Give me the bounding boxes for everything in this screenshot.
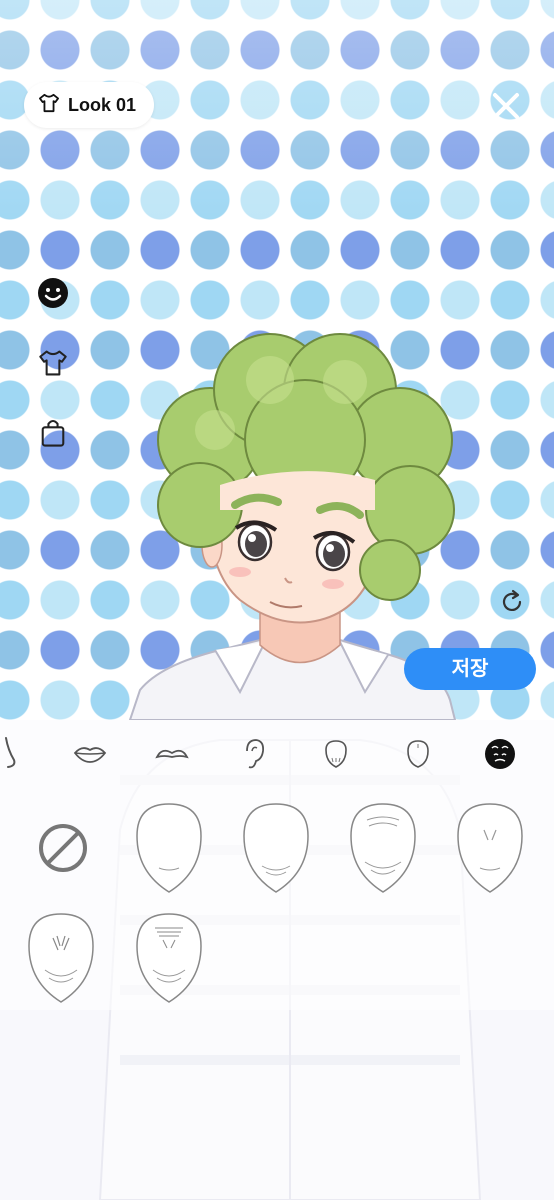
lips-icon	[73, 747, 107, 763]
look-label: Look 01	[68, 94, 137, 115]
head-outline-icon	[407, 740, 429, 768]
mustache-icon	[155, 749, 189, 759]
face-wrinkle-3-icon	[350, 803, 416, 893]
shopping-bag-icon	[41, 419, 65, 447]
clothes-tool-button[interactable]	[24, 328, 82, 398]
tshirt-icon	[38, 93, 60, 118]
save-button[interactable]: 저장	[404, 648, 536, 690]
close-button[interactable]	[484, 84, 528, 128]
face-wrinkle-1-icon	[136, 803, 202, 893]
option-face-3[interactable]	[338, 798, 428, 898]
wrinkle-face-icon	[485, 739, 515, 769]
face-wrinkle-6-icon	[136, 913, 202, 1003]
face-outline-icon	[325, 740, 347, 768]
category-mustache[interactable]	[152, 728, 192, 780]
reset-button[interactable]	[494, 584, 530, 620]
customization-panel	[0, 720, 554, 1200]
category-lips[interactable]	[70, 728, 110, 780]
no-symbol-icon	[39, 824, 87, 872]
refresh-icon	[502, 589, 522, 611]
category-wrinkles[interactable]	[480, 728, 520, 780]
option-face-5[interactable]	[16, 908, 106, 1008]
category-nose[interactable]	[0, 728, 28, 780]
smiley-icon	[38, 278, 68, 308]
option-face-2[interactable]	[231, 798, 321, 898]
ear-icon	[246, 739, 265, 769]
nose-icon	[5, 737, 16, 768]
face-tool-button[interactable]	[24, 258, 82, 328]
option-face-1[interactable]	[124, 798, 214, 898]
category-bar	[0, 728, 554, 780]
face-wrinkle-4-icon	[457, 803, 523, 893]
look-selector[interactable]: Look 01	[24, 82, 154, 128]
category-ear[interactable]	[234, 728, 274, 780]
face-wrinkle-2-icon	[243, 803, 309, 893]
category-face-shape[interactable]	[316, 728, 356, 780]
close-icon	[493, 93, 519, 119]
tshirt-icon	[39, 350, 67, 376]
option-face-4[interactable]	[445, 798, 535, 898]
category-head[interactable]	[398, 728, 438, 780]
face-wrinkle-5-icon	[28, 913, 94, 1003]
shop-tool-button[interactable]	[24, 398, 82, 468]
side-toolbar	[24, 258, 82, 476]
option-face-6[interactable]	[124, 908, 214, 1008]
option-none[interactable]	[18, 798, 108, 898]
